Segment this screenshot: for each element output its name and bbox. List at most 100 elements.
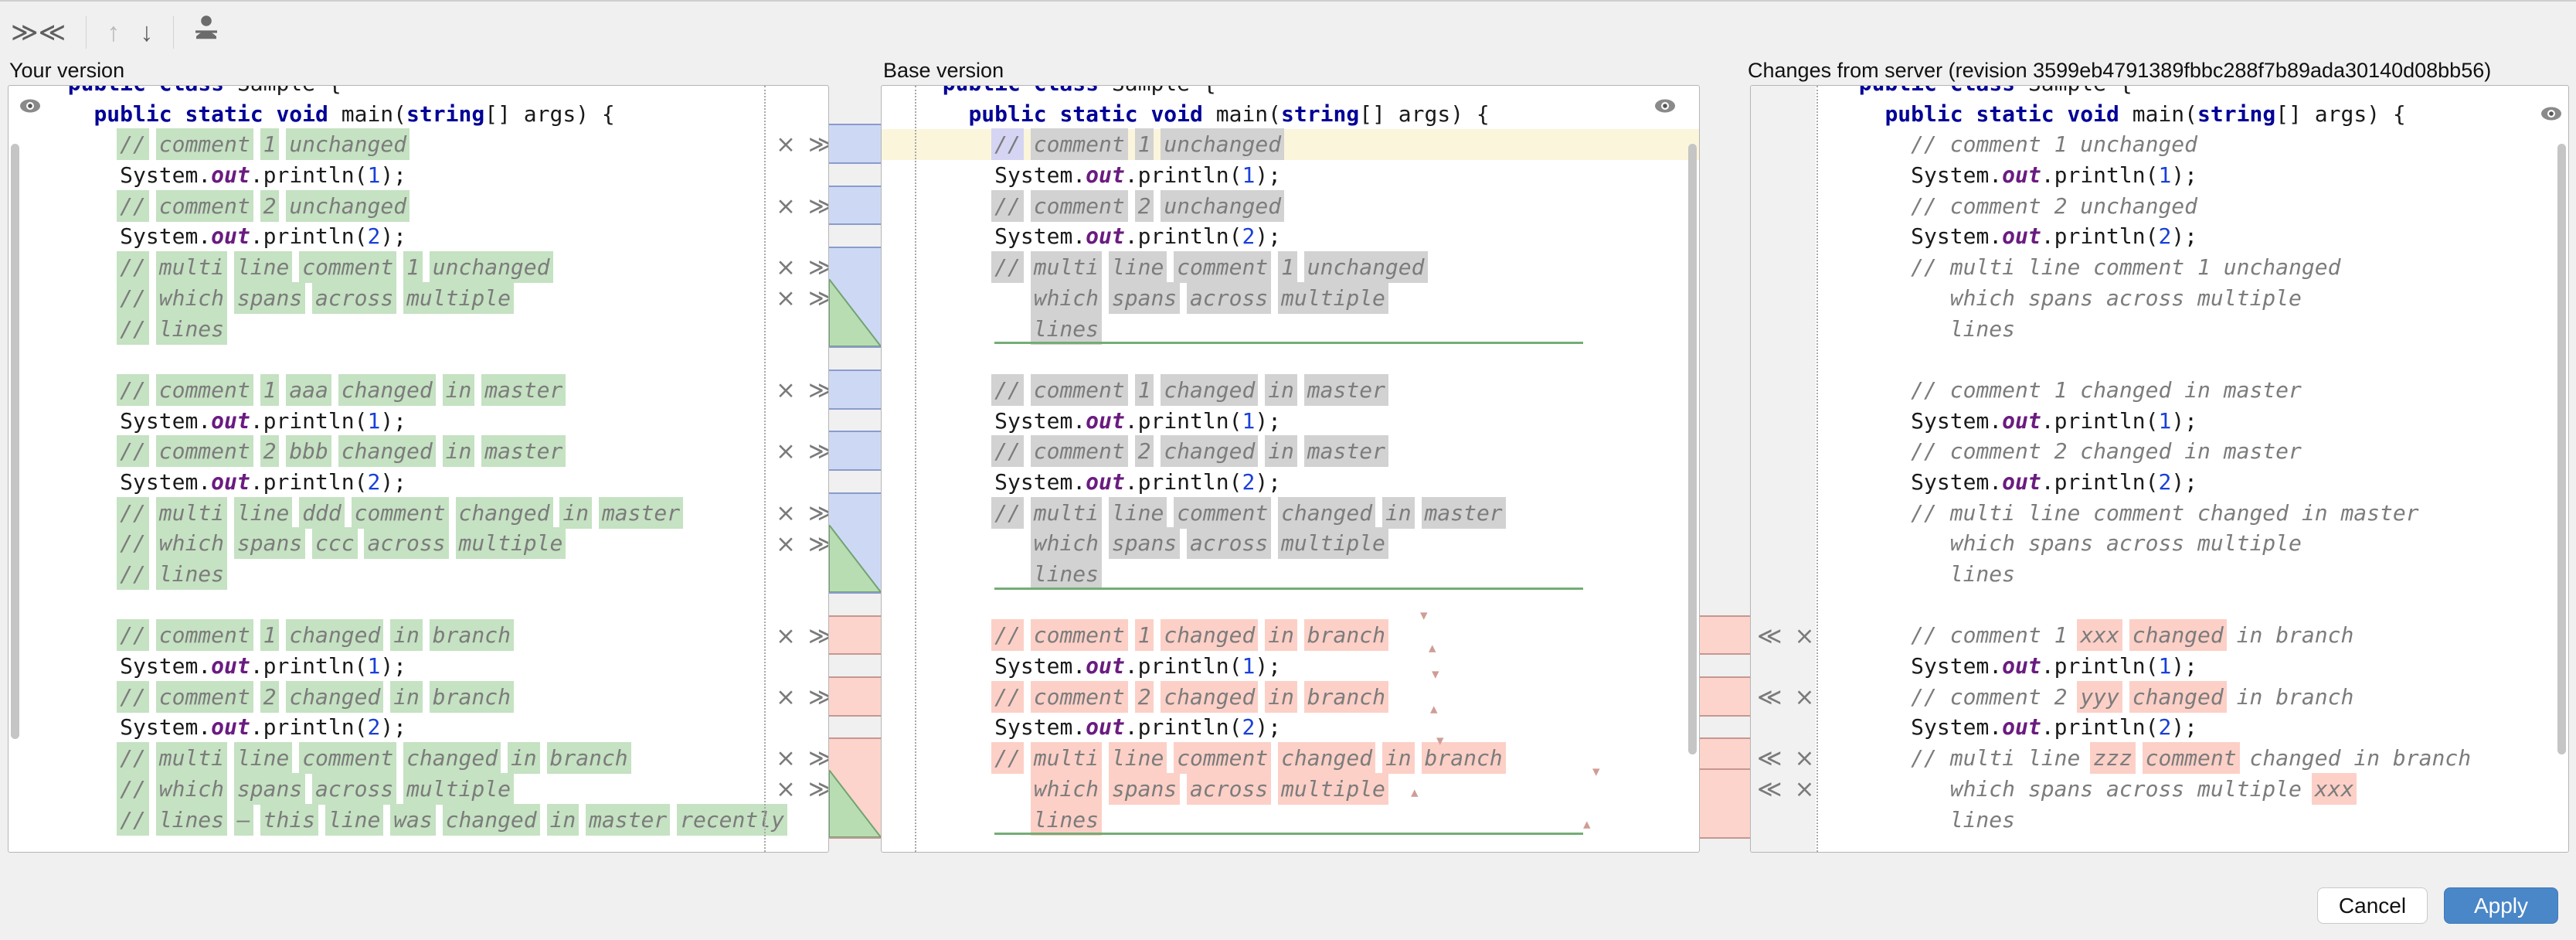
apply-change-right-icon[interactable]: ≫: [808, 254, 829, 281]
code-line: System.out.println(1);: [42, 406, 828, 437]
change-action[interactable]: ≪×: [1757, 775, 1814, 803]
ignore-change-icon[interactable]: ×: [776, 683, 796, 711]
ignore-change-icon[interactable]: ×: [776, 622, 796, 650]
change-action[interactable]: ×≫: [776, 131, 829, 158]
gutter-divider-line: [1816, 86, 1818, 852]
triangle-up-marker: ▴: [1430, 702, 1438, 717]
scrollbar-server-editor[interactable]: [2557, 144, 2566, 754]
apply-change-right-icon[interactable]: ≫: [808, 499, 829, 527]
code-line: // multi line comment 1 unchanged: [1833, 252, 2568, 283]
code-line: // comment 1 changed in branch: [882, 620, 1699, 651]
apply-change-right-icon[interactable]: ≫: [808, 284, 829, 312]
ignore-change-icon[interactable]: ×: [776, 775, 796, 803]
cancel-button[interactable]: Cancel: [2317, 887, 2428, 924]
apply-change-left-icon[interactable]: ≪: [1757, 683, 1782, 711]
code-line: public class Sample {: [42, 85, 828, 99]
apply-change-right-icon[interactable]: ≫: [808, 530, 829, 558]
apply-change-right-icon[interactable]: ≫: [808, 622, 829, 650]
code-base: public class Sample { public static void…: [882, 85, 1699, 835]
change-action[interactable]: ×≫: [776, 683, 829, 711]
ignore-change-icon[interactable]: ×: [776, 376, 796, 404]
apply-change-left-icon[interactable]: ≪: [1757, 622, 1782, 650]
highlighting-eye-icon[interactable]: [19, 98, 41, 114]
ignore-change-icon[interactable]: ×: [1794, 744, 1814, 772]
code-line: // comment 2 unchanged: [882, 191, 1699, 222]
editor-your-version[interactable]: public class Sample { public static void…: [8, 85, 829, 853]
change-action[interactable]: ×≫: [776, 376, 829, 404]
change-action[interactable]: ×≫: [776, 254, 829, 281]
change-action[interactable]: ≪×: [1757, 744, 1814, 772]
code-line: System.out.println(1);: [882, 651, 1699, 682]
ignore-change-icon[interactable]: ×: [776, 284, 796, 312]
pane-title-server: Changes from server (revision 3599eb4791…: [1748, 59, 2491, 83]
code-line: public static void main(string[] args) {: [42, 99, 828, 130]
apply-change-left-icon[interactable]: ≪: [1757, 744, 1782, 772]
code-line: lines: [882, 559, 1699, 590]
change-action[interactable]: ×≫: [776, 499, 829, 527]
code-line: System.out.println(1);: [1833, 406, 2568, 437]
code-line: System.out.println(2);: [42, 712, 828, 743]
change-action[interactable]: ≪×: [1757, 622, 1814, 650]
code-line: // comment 2 yyy changed in branch: [1833, 682, 2568, 713]
change-action[interactable]: ×≫: [776, 192, 829, 220]
ignore-change-icon[interactable]: ×: [776, 192, 796, 220]
apply-all-non-conflicting-icon[interactable]: ≫≪: [11, 11, 66, 54]
apply-button[interactable]: Apply: [2444, 887, 2558, 924]
conflict-connector-block: [1700, 615, 1750, 656]
change-action[interactable]: ×≫: [776, 775, 829, 803]
code-line: System.out.println(2);: [1833, 467, 2568, 498]
ignore-change-icon[interactable]: ×: [776, 131, 796, 158]
apply-change-left-icon[interactable]: ≪: [1757, 775, 1782, 803]
apply-change-right-icon[interactable]: ≫: [808, 376, 829, 404]
change-action[interactable]: ×≫: [776, 622, 829, 650]
change-connector-block: [829, 431, 881, 471]
code-line: // lines – this line was changed in mast…: [42, 805, 828, 836]
code-line: [1833, 590, 2568, 621]
ignore-change-icon[interactable]: ×: [776, 254, 796, 281]
gutter-divider-line: [915, 86, 916, 852]
change-action[interactable]: ≪×: [1757, 683, 1814, 711]
code-line: // comment 1 changed in master: [1833, 375, 2568, 406]
ignore-change-icon[interactable]: ×: [776, 530, 796, 558]
scrollbar-base-editor[interactable]: [1688, 144, 1697, 754]
change-action[interactable]: ×≫: [776, 284, 829, 312]
apply-change-right-icon[interactable]: ≫: [808, 192, 829, 220]
change-connector-block: [829, 247, 881, 348]
ignore-change-icon[interactable]: ×: [776, 438, 796, 465]
ignore-change-icon[interactable]: ×: [1794, 683, 1814, 711]
apply-change-right-icon[interactable]: ≫: [808, 131, 829, 158]
dialog-top-edge: [0, 0, 2576, 2]
code-line: which spans across multiple: [882, 774, 1699, 805]
apply-change-right-icon[interactable]: ≫: [808, 744, 829, 772]
change-action[interactable]: ×≫: [776, 438, 829, 465]
editor-base-version[interactable]: public class Sample { public static void…: [881, 85, 1700, 853]
code-line: which spans across multiple: [1833, 528, 2568, 559]
scrollbar-left-editor[interactable]: [11, 144, 19, 739]
ignore-change-icon[interactable]: ×: [776, 744, 796, 772]
previous-change-icon[interactable]: ↑: [107, 11, 120, 54]
resolved-green-triangle: [829, 279, 881, 346]
apply-change-right-icon[interactable]: ≫: [808, 775, 829, 803]
code-line: // comment 2 changed in branch: [42, 682, 828, 713]
next-change-icon[interactable]: ↓: [140, 11, 153, 54]
ignore-change-icon[interactable]: ×: [776, 499, 796, 527]
code-line: [42, 590, 828, 621]
code-line: lines: [882, 314, 1699, 345]
ignore-change-icon[interactable]: ×: [1794, 775, 1814, 803]
code-line: // lines: [42, 559, 828, 590]
highlighting-eye-icon[interactable]: [1654, 98, 1676, 114]
change-connector-block: [829, 370, 881, 410]
highlighting-eye-icon[interactable]: [2540, 106, 2562, 121]
triangle-up-marker: ▴: [1429, 641, 1436, 656]
resolve-magic-icon[interactable]: [194, 11, 219, 54]
change-action[interactable]: ×≫: [776, 530, 829, 558]
apply-change-right-icon[interactable]: ≫: [808, 438, 829, 465]
editor-server-version[interactable]: public class Sample { public static void…: [1750, 85, 2569, 853]
conflict-connector-block: [1700, 768, 1750, 839]
code-line: lines: [1833, 559, 2568, 590]
change-action[interactable]: ×≫: [776, 744, 829, 772]
code-line: which spans across multiple xxx: [1833, 774, 2568, 805]
ignore-change-icon[interactable]: ×: [1794, 622, 1814, 650]
apply-change-right-icon[interactable]: ≫: [808, 683, 829, 711]
code-line: // lines: [42, 314, 828, 345]
